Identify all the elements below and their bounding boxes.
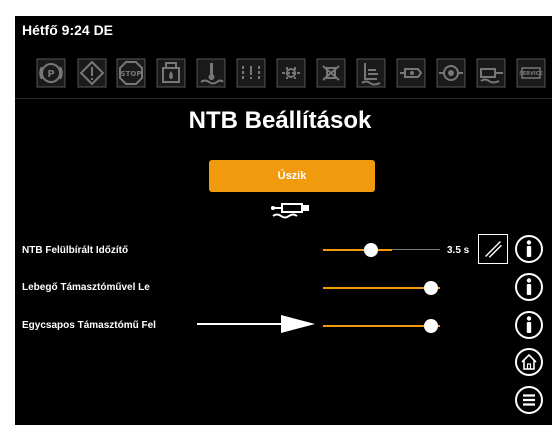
parking-brake-icon: P xyxy=(36,58,66,88)
ntb-override-timer-value: 3.5 s xyxy=(447,245,470,256)
svg-text:STOP: STOP xyxy=(121,70,142,78)
transmission-warning-icon xyxy=(236,58,266,88)
slider-track-rest xyxy=(392,249,440,250)
float-cylinder-icon xyxy=(269,200,319,220)
info-button-1[interactable] xyxy=(514,234,544,264)
info-button-3[interactable] xyxy=(514,310,544,340)
slider-track-filled xyxy=(323,249,392,251)
header-divider xyxy=(15,98,552,99)
float-button[interactable]: Úszik xyxy=(209,160,375,192)
slider-thumb[interactable] xyxy=(424,319,438,333)
single-pin-support-up-slider[interactable] xyxy=(323,316,440,336)
slider-track-filled xyxy=(323,325,440,327)
setting-label-ntb-override-timer: NTB Felülbírált Időzítő xyxy=(22,245,129,256)
home-button[interactable] xyxy=(514,347,544,377)
service-icon: SERVICE xyxy=(516,58,546,88)
menu-button[interactable] xyxy=(514,385,544,415)
slider-thumb[interactable] xyxy=(364,243,378,257)
page-title: NTB Beállítások xyxy=(188,107,372,134)
hydraulic-fluid-icon xyxy=(156,58,186,88)
indicator-bar: P STOP SERVICE xyxy=(22,58,550,90)
home-icon xyxy=(515,348,543,376)
cylinder-icon xyxy=(476,58,506,88)
warning-icon xyxy=(77,58,107,88)
info-icon xyxy=(515,311,543,339)
ntb-override-timer-slider[interactable] xyxy=(323,240,440,260)
coolant-temp-icon xyxy=(196,58,226,88)
menu-icon xyxy=(515,386,543,414)
arrow-indicator-icon xyxy=(197,314,315,334)
setting-label-floating-support-down: Lebegő Támasztóművel Le xyxy=(22,282,150,293)
hydraulic-system-icon xyxy=(276,58,306,88)
info-button-2[interactable] xyxy=(514,272,544,302)
stop-icon: STOP xyxy=(116,58,146,88)
svg-text:SERVICE: SERVICE xyxy=(519,71,543,77)
filter-icon xyxy=(316,58,346,88)
info-icon xyxy=(515,273,543,301)
info-icon xyxy=(515,235,543,263)
clock: Hétfő 9:24 DE xyxy=(22,22,114,38)
hydraulic-tank-icon xyxy=(396,58,426,88)
setting-label-single-pin-support-up: Egycsapos Támasztómű Fel xyxy=(22,320,156,331)
oil-pressure-icon xyxy=(436,58,466,88)
slider-thumb[interactable] xyxy=(424,281,438,295)
fuel-level-icon xyxy=(356,58,386,88)
reset-slash-icon xyxy=(485,241,502,258)
reset-button[interactable] xyxy=(478,234,508,264)
floating-support-down-slider[interactable] xyxy=(323,278,440,298)
svg-text:P: P xyxy=(47,69,54,80)
slider-track-filled xyxy=(323,287,440,289)
